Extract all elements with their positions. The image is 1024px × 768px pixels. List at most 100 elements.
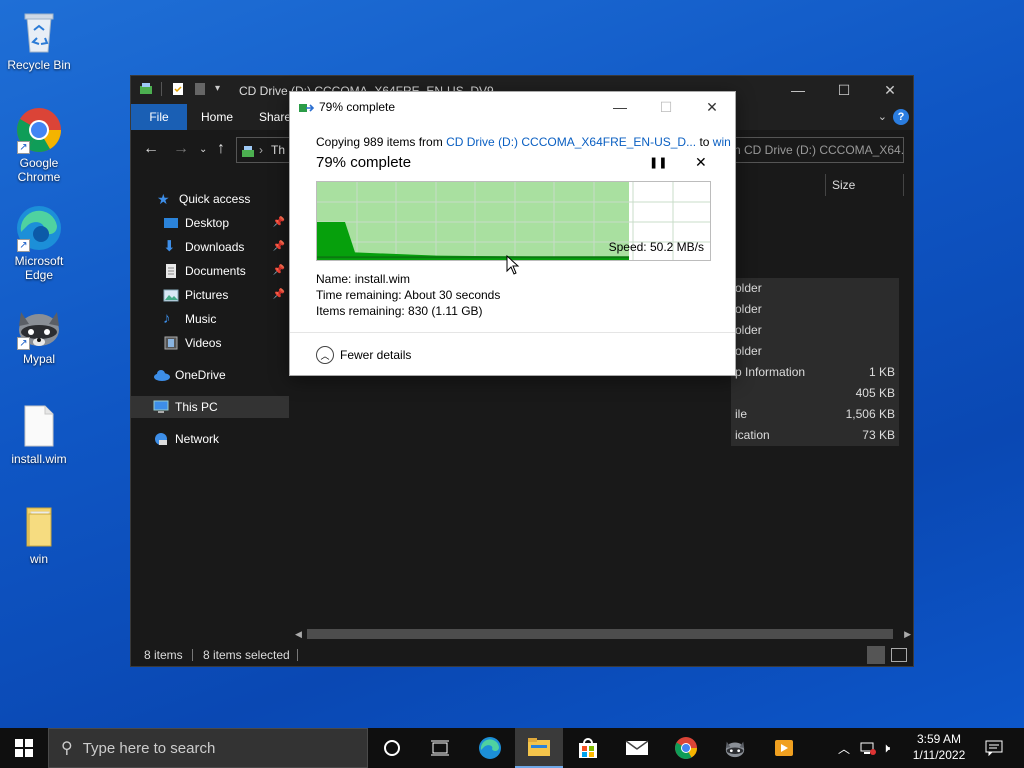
forward-arrow-icon[interactable]: → xyxy=(173,140,189,158)
items-remaining-label: Items remaining: xyxy=(316,304,405,318)
task-view-icon xyxy=(431,740,449,756)
quick-access-toolbar: ▾ xyxy=(139,82,229,96)
nav-item-quick-access[interactable]: ★ Quick access xyxy=(131,188,289,210)
items-remaining-value: 830 (1.11 GB) xyxy=(408,304,483,318)
minimize-button[interactable]: — xyxy=(775,76,821,104)
store-bag-icon xyxy=(579,738,597,758)
taskbar-microsoft-store[interactable] xyxy=(564,728,612,768)
maximize-button[interactable]: ☐ xyxy=(821,76,867,104)
tab-file[interactable]: File xyxy=(131,104,187,130)
pin-icon[interactable]: 📌 xyxy=(273,212,285,234)
expand-ribbon-icon[interactable]: ⌄ xyxy=(878,110,887,123)
taskbar-mypal[interactable] xyxy=(711,728,759,768)
desktop-icon-install-wim[interactable]: install.wim xyxy=(4,402,74,466)
nav-item-label: Desktop xyxy=(185,216,230,230)
tab-home[interactable]: Home xyxy=(187,104,247,130)
desktop-icon-recycle-bin[interactable]: Recycle Bin xyxy=(4,8,74,72)
new-folder-icon[interactable] xyxy=(193,82,207,96)
network-status-icon[interactable] xyxy=(860,741,877,755)
table-row[interactable]: 405 KB xyxy=(731,383,899,404)
close-button[interactable]: ✕ xyxy=(689,92,735,122)
taskbar-chrome[interactable] xyxy=(662,728,710,768)
cancel-copy-button[interactable]: ✕ xyxy=(695,154,707,171)
nav-item-downloads[interactable]: ⬇ Downloads 📌 xyxy=(131,236,289,258)
scroll-right-icon[interactable]: ▶ xyxy=(904,626,911,642)
file-size: 1 KB xyxy=(868,365,895,379)
close-button[interactable]: ✕ xyxy=(867,76,913,104)
taskbar-media-player[interactable] xyxy=(760,728,808,768)
nav-item-label: Network xyxy=(175,432,220,446)
clock[interactable]: 3:59 AM 1/11/2022 xyxy=(906,731,972,763)
cortana-button[interactable] xyxy=(368,728,416,768)
file-type: older xyxy=(735,323,762,337)
table-row[interactable]: older xyxy=(731,341,899,362)
minimize-button[interactable]: — xyxy=(597,92,643,122)
scrollbar-thumb[interactable] xyxy=(307,629,893,639)
copy-transfer-icon xyxy=(299,101,315,118)
desktop-icon-label: Recycle Bin xyxy=(7,58,71,72)
start-button[interactable] xyxy=(0,728,48,768)
table-row[interactable]: older xyxy=(731,299,899,320)
document-icon xyxy=(163,263,179,279)
pin-icon[interactable]: 📌 xyxy=(273,284,285,306)
nav-item-label: Music xyxy=(185,312,217,326)
chrome-icon: ↗ xyxy=(15,106,63,154)
address-bar[interactable]: › Th xyxy=(236,137,291,163)
fewer-details-button[interactable]: ︿ Fewer details xyxy=(316,346,411,364)
large-icons-view-icon[interactable] xyxy=(891,648,907,662)
table-row[interactable]: p Information 1 KB xyxy=(731,362,899,383)
help-icon[interactable]: ? xyxy=(893,109,909,125)
desktop-icon-mypal[interactable]: ↗ Mypal xyxy=(4,302,74,366)
desktop-icon-win-folder[interactable]: win xyxy=(4,502,74,566)
task-view-button[interactable] xyxy=(416,728,464,768)
pin-icon[interactable]: 📌 xyxy=(273,236,285,258)
taskbar-mail[interactable] xyxy=(613,728,661,768)
search-input[interactable]: n CD Drive (D:) CCCOMA_X64... xyxy=(729,137,904,163)
action-center-button[interactable] xyxy=(980,728,1008,768)
nav-item-onedrive[interactable]: OneDrive xyxy=(131,364,289,386)
table-row[interactable]: older xyxy=(731,320,899,341)
horizontal-scrollbar[interactable]: ◀ ▶ xyxy=(291,626,913,642)
copy-progress-dialog: 79% complete — ☐ ✕ Copying 989 items fro… xyxy=(289,91,736,376)
source-link[interactable]: CD Drive (D:) CCCOMA_X64FRE_EN-US_D... xyxy=(446,135,696,149)
nav-item-videos[interactable]: Videos xyxy=(131,332,289,354)
file-name-line: Name: install.wim xyxy=(316,272,410,286)
name-value: install.wim xyxy=(354,272,411,286)
shortcut-arrow-icon: ↗ xyxy=(17,239,30,252)
scroll-left-icon[interactable]: ◀ xyxy=(295,626,302,642)
column-header-size[interactable]: Size xyxy=(832,173,855,197)
volume-muted-icon[interactable]: 🕨 xyxy=(882,740,890,756)
nav-item-documents[interactable]: Documents 📌 xyxy=(131,260,289,282)
desktop-icon-microsoft-edge[interactable]: ↗ Microsoft Edge xyxy=(4,204,74,282)
dialog-titlebar[interactable]: 79% complete — ☐ ✕ xyxy=(290,92,735,122)
table-row[interactable]: ile 1,506 KB xyxy=(731,404,899,425)
back-arrow-icon[interactable]: ← xyxy=(143,140,159,158)
recent-locations-icon[interactable]: ⌄ xyxy=(199,144,207,155)
up-arrow-icon[interactable]: ↑ xyxy=(217,140,225,158)
table-row[interactable]: older xyxy=(731,278,899,299)
checklist-icon[interactable] xyxy=(171,82,185,96)
taskbar-edge[interactable] xyxy=(466,728,514,768)
nav-item-music[interactable]: ♪ Music xyxy=(131,308,289,330)
table-row[interactable]: ication 73 KB xyxy=(731,425,899,446)
nav-item-pictures[interactable]: Pictures 📌 xyxy=(131,284,289,306)
nav-item-desktop[interactable]: Desktop 📌 xyxy=(131,212,289,234)
file-size: 73 KB xyxy=(862,428,895,442)
pin-icon[interactable]: 📌 xyxy=(273,260,285,282)
show-hidden-icons-chevron-icon[interactable]: ︿ xyxy=(838,740,850,757)
windows-logo-icon xyxy=(15,739,33,757)
taskbar-search-box[interactable]: ⚲ Type here to search xyxy=(48,728,368,768)
system-tray: ︿ 🕨 xyxy=(838,728,890,768)
chevron-down-icon[interactable]: ▾ xyxy=(215,82,229,96)
nav-item-label: Pictures xyxy=(185,288,229,302)
destination-link[interactable]: win xyxy=(713,135,731,149)
details-view-icon[interactable] xyxy=(867,646,885,664)
taskbar-file-explorer[interactable] xyxy=(515,728,563,768)
nav-item-this-pc[interactable]: This PC xyxy=(131,396,289,418)
nav-item-network[interactable]: Network xyxy=(131,428,289,450)
desktop-icon-google-chrome[interactable]: ↗ Google Chrome xyxy=(4,106,74,184)
breadcrumb-chevron-icon: › xyxy=(259,143,263,157)
properties-icon[interactable] xyxy=(161,82,163,96)
pause-button[interactable]: ❚❚ xyxy=(649,156,667,169)
time-remaining-value: About 30 seconds xyxy=(404,288,501,302)
